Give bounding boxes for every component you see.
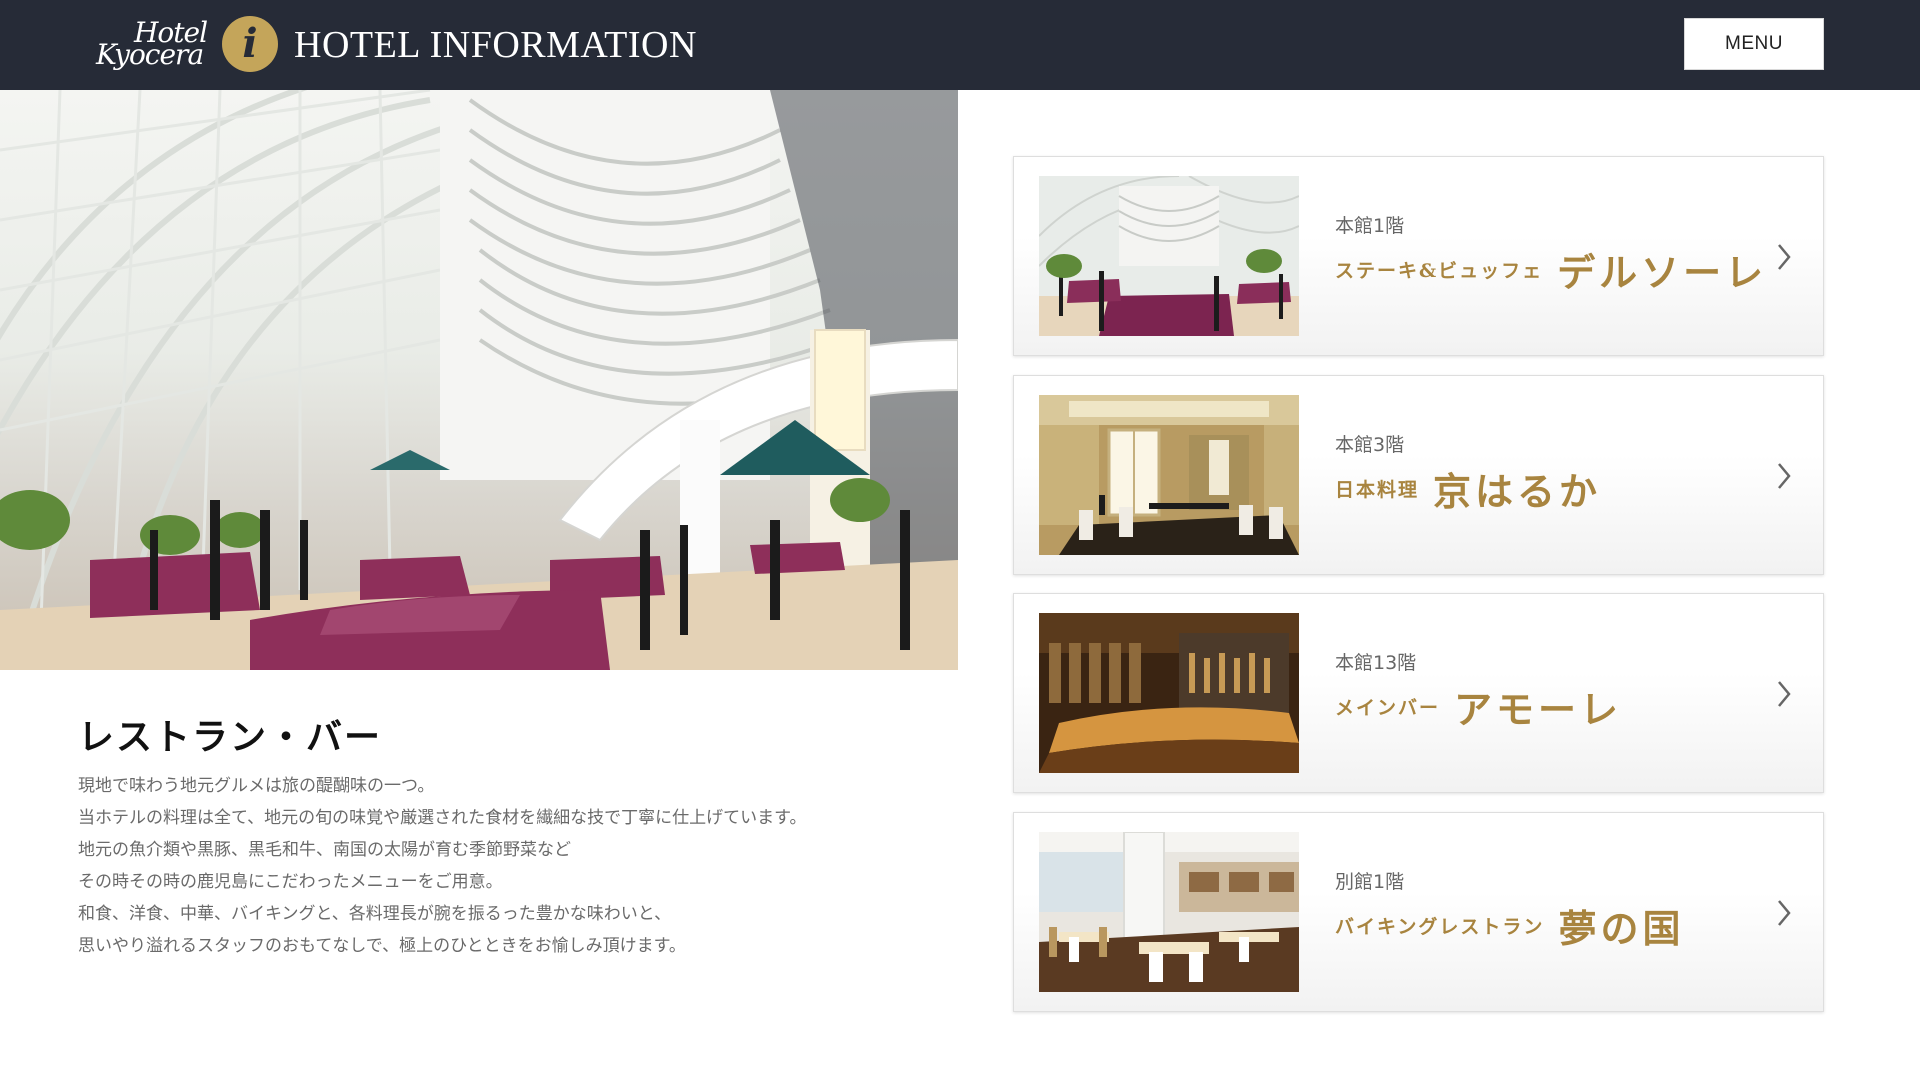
restaurant-category: ステーキ&ビュッフェ <box>1335 259 1544 282</box>
description-line: 当ホテルの料理は全て、地元の旬の味覚や厳選された食材を繊細な技で丁寧に仕上げてい… <box>78 808 807 828</box>
description-line: 和食、洋食、中華、バイキングと、各料理長が腕を振るった豊かな味わいと、 <box>78 904 672 924</box>
hero-atrium-photo <box>0 90 958 670</box>
restaurant-photo-yumenokuni <box>1039 832 1299 992</box>
floor-label: 本館1階 <box>1335 215 1405 237</box>
restaurant-name: デルソーレ <box>1557 249 1768 295</box>
info-icon: i <box>222 16 278 72</box>
chevron-right-icon[interactable] <box>1774 241 1794 273</box>
floor-label: 本館3階 <box>1335 434 1405 456</box>
info-icon-glyph: i <box>242 20 258 67</box>
restaurant-category: 日本料理 <box>1335 478 1420 501</box>
restaurant-name: 京はるか <box>1433 468 1602 514</box>
description-line: 現地で味わう地元グルメは旅の醍醐味の一つ。 <box>78 776 435 796</box>
restaurant-name-line: メインバー アモーレ <box>1335 678 1622 734</box>
section-description: 現地で味わう地元グルメは旅の醍醐味の一つ。 当ホテルの料理は全て、地元の旬の味覚… <box>78 770 878 962</box>
chevron-right-icon[interactable] <box>1774 897 1794 929</box>
description-line: その時その時の鹿児島にこだわったメニューをご用意。 <box>78 872 503 892</box>
chevron-right-icon[interactable] <box>1774 678 1794 710</box>
section-title: レストラン・バー <box>78 717 383 758</box>
restaurant-category: バイキングレストラン <box>1335 915 1545 938</box>
restaurant-card-amore[interactable]: 本館13階 メインバー アモーレ <box>1013 593 1824 793</box>
menu-button[interactable]: MENU <box>1684 18 1824 70</box>
logo-text-kyocera: Kyocera <box>96 38 204 71</box>
restaurant-category: メインバー <box>1335 696 1441 719</box>
floor-label: 別館1階 <box>1335 871 1405 893</box>
restaurant-card-kyoharuka[interactable]: 本館3階 日本料理 京はるか <box>1013 375 1824 575</box>
page-title: HOTEL INFORMATION <box>294 24 697 66</box>
restaurant-card-delsole[interactable]: 本館1階 ステーキ&ビュッフェ デルソーレ <box>1013 156 1824 356</box>
restaurant-photo-kyoharuka <box>1039 395 1299 555</box>
chevron-right-icon[interactable] <box>1774 460 1794 492</box>
restaurant-name-line: バイキングレストラン 夢の国 <box>1335 897 1684 953</box>
restaurant-photo-delsole <box>1039 176 1299 336</box>
restaurant-name: アモーレ <box>1454 686 1623 732</box>
hotel-kyocera-logo[interactable]: Hotel Kyocera <box>96 14 214 76</box>
floor-label: 本館13階 <box>1335 652 1417 674</box>
restaurant-name-line: ステーキ&ビュッフェ デルソーレ <box>1335 241 1767 297</box>
description-line: 地元の魚介類や黒豚、黒毛和牛、南国の太陽が育む季節野菜など <box>78 840 571 860</box>
restaurant-name: 夢の国 <box>1558 905 1685 951</box>
restaurant-name-line: 日本料理 京はるか <box>1335 460 1601 516</box>
description-line: 思いやり溢れるスタッフのおもてなしで、極上のひとときをお愉しみ頂けます。 <box>78 936 686 956</box>
restaurant-card-yumenokuni[interactable]: 別館1階 バイキングレストラン 夢の国 <box>1013 812 1824 1012</box>
restaurant-photo-amore <box>1039 613 1299 773</box>
top-header: Hotel Kyocera i HOTEL INFORMATION MENU <box>0 0 1920 90</box>
